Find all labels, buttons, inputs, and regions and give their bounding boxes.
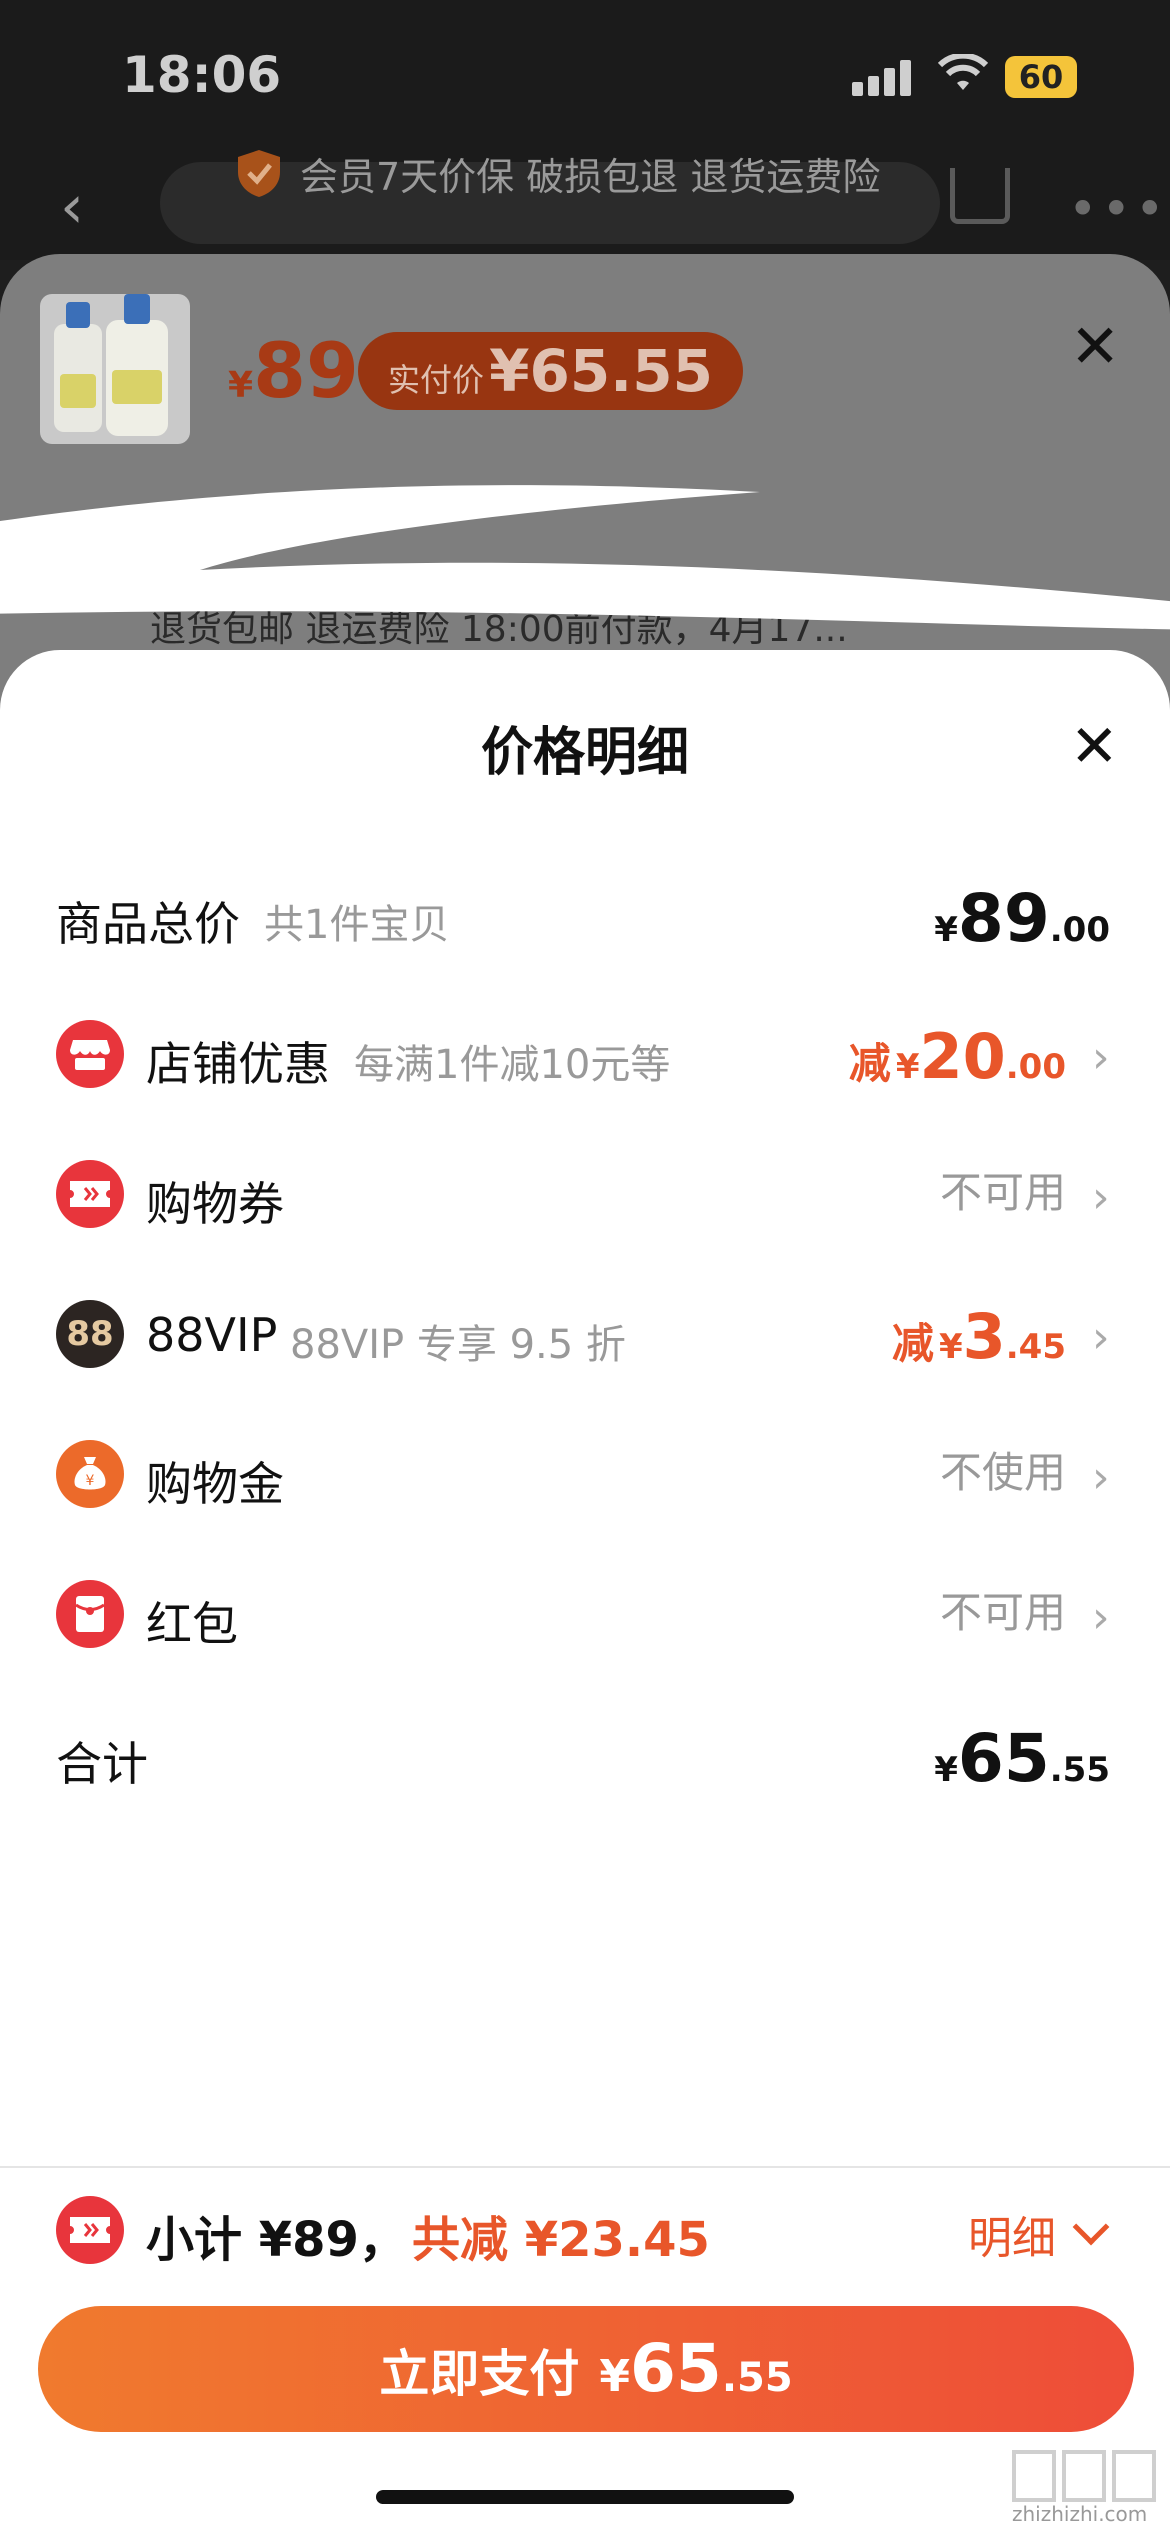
gold-status: 不使用 [939,1448,1066,1497]
red-packet-icon [56,1580,124,1648]
product-image [40,294,190,444]
row-red-packet[interactable]: 红包 不可用 › [0,1554,1170,1674]
back-icon[interactable]: ‹ [60,172,84,242]
coupon-status: 不可用 [939,1168,1066,1217]
chevron-down-icon[interactable] [1072,2208,1110,2246]
row-sub: 88VIP 专享 9.5 折 [290,1322,626,1368]
pay-now-button[interactable]: 立即支付 ¥65.55 [38,2306,1134,2432]
chevron-right-icon: › [1092,1032,1110,1083]
row-label: 红包 [146,1597,238,1651]
row-sub: 每满1件减10元等 [354,1042,671,1088]
guarantee-text: 会员7天价保 破损包退 退货运费险 [300,155,881,199]
product-sheet-close-icon[interactable]: ✕ [1070,312,1120,382]
close-icon[interactable]: ✕ [1070,712,1119,780]
red-packet-status: 不可用 [939,1588,1066,1637]
divider [0,2166,1170,2168]
row-shopping-gold[interactable]: ¥ 购物金 不使用 › [0,1414,1170,1534]
total-saving-text: 共减 ¥23.45 [412,2212,710,2268]
signal-icon [852,58,914,96]
store-discount-amount: 减 ¥20.00 [848,1020,1066,1093]
shield-check-icon [238,150,280,197]
row-sum: 合计 ¥65.55 [0,1694,1170,1814]
cart-icon[interactable] [950,168,1010,224]
subtotal-bar: 小计 ¥89， 共减 ¥23.45 明细 [0,2180,1170,2280]
row-store-discount[interactable]: 店铺优惠 每满1件减10元等 减 ¥20.00 › [0,994,1170,1114]
more-icon[interactable]: ••• [1068,180,1168,238]
row-shopping-coupon[interactable]: 购物券 不可用 › [0,1134,1170,1254]
watermark-text: zhizhizhi.com [1012,2502,1148,2526]
row-sub: 共1件宝贝 [264,902,450,948]
vip-discount-amount: 减 ¥3.45 [891,1300,1066,1373]
home-indicator [376,2490,794,2504]
total-amount: ¥89.00 [934,880,1110,957]
chevron-right-icon: › [1092,1312,1110,1363]
battery-indicator: 60 [1005,56,1077,98]
row-label: 商品总价 [56,897,240,951]
vip-88-icon: 88 [56,1300,124,1368]
subtotal-text: 小计 ¥89， [146,2212,407,2268]
wifi-icon [938,54,988,90]
svg-text:¥: ¥ [86,1473,95,1489]
chevron-right-icon: › [1092,1172,1110,1223]
sum-amount: ¥65.55 [934,1720,1110,1797]
row-88vip[interactable]: 88 88VIP 88VIP 专享 9.5 折 减 ¥3.45 › [0,1274,1170,1394]
status-bar: 18:06 60 [0,0,1170,150]
product-price: ¥89 [228,326,359,415]
chevron-right-icon: › [1092,1452,1110,1503]
row-label: 购物券 [146,1177,284,1231]
chevron-right-icon: › [1092,1592,1110,1643]
row-label: 店铺优惠 [146,1037,330,1091]
row-label: 合计 [56,1737,148,1791]
ticket-icon [56,1160,124,1228]
row-total-price: 商品总价 共1件宝贝 ¥89.00 [0,854,1170,974]
sheet-title: 价格明细 [480,723,689,783]
real-price-badge: 实付价 ¥65.55 [358,332,743,410]
redaction-scribble [0,485,1170,630]
ticket-icon [56,2196,124,2264]
store-icon [56,1020,124,1088]
detail-toggle[interactable]: 明细 [968,2202,1056,2266]
status-time: 18:06 [122,46,282,104]
row-label: 88VIP [146,1308,278,1362]
row-label: 购物金 [146,1457,284,1511]
money-bag-icon: ¥ [56,1440,124,1508]
